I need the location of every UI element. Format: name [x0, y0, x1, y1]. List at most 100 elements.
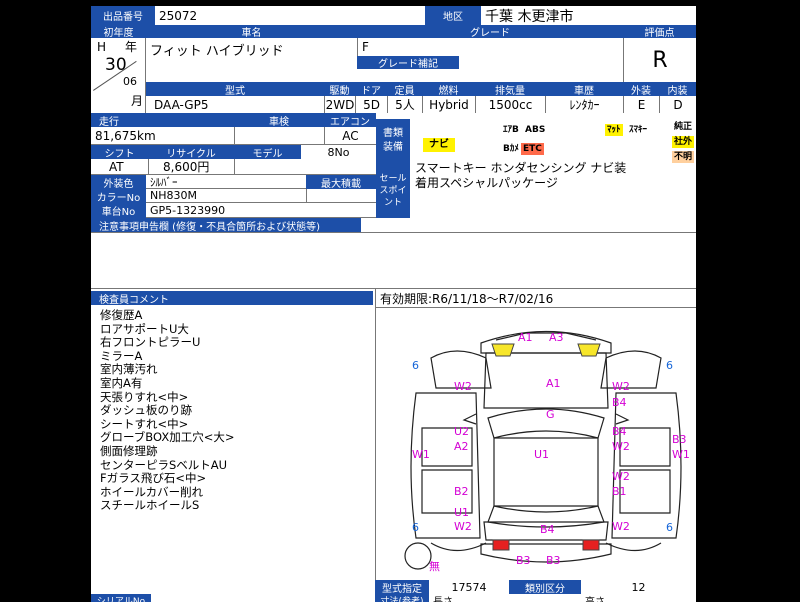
comment-line: Fガラス飛び石<中>: [100, 471, 207, 486]
color-no-value: NH830M: [146, 189, 306, 203]
comment-line: 天張りすれ<中>: [100, 389, 189, 404]
inspection-label: 車検: [234, 113, 324, 127]
damage-label: 6: [666, 521, 673, 534]
damage-label: A1: [518, 331, 533, 344]
spec-drive: 2WD: [324, 96, 355, 113]
comment-line: 修復歴A: [100, 308, 143, 322]
comment-line: ミラーA: [100, 348, 143, 363]
spec-label-capacity: 定員: [387, 82, 422, 96]
recycle-value: 8,600円: [148, 159, 234, 175]
model-label: モデル: [234, 145, 301, 159]
damage-label: 6: [412, 359, 419, 372]
right-headlight: [577, 343, 601, 357]
spec-displacement: 1500cc: [475, 96, 545, 113]
size-label: 寸法(参考): [375, 594, 429, 602]
lot-number: 25072: [159, 8, 198, 23]
damage-label: B3: [546, 554, 561, 567]
model-empty-cell: [234, 159, 376, 175]
color-no-label: カラーNo: [91, 189, 146, 203]
spec-model: DAA-GP5: [154, 97, 209, 112]
damage-label: W2: [454, 380, 472, 393]
comment-line: センターピラSベルトAU: [100, 457, 228, 472]
abs-badge: ABS: [523, 124, 548, 136]
shift-label: シフト: [91, 145, 148, 159]
inspector-comments: 修復歴A ロアサポートU大 右フロントピラーU ミラーA 室内薄汚れ 室内A有 …: [100, 308, 370, 529]
comment-line: 室内薄汚れ: [100, 362, 158, 377]
spare-tire-outline: [404, 542, 432, 570]
left-headlight: [491, 343, 515, 357]
left-mirror-outline: [462, 413, 477, 425]
validity-text: 有効期限:R6/11/18〜R7/02/16: [375, 289, 696, 307]
model-value: 8No: [327, 145, 350, 159]
equipment-panel: ナビ ｴｱB ABS Bｶﾒ ETC ﾏｯﾄ ｽﾏｷｰ 純正 社外 不明: [410, 113, 696, 163]
spec-label-displacement: 排気量: [475, 82, 545, 96]
year-unit: 年: [125, 40, 138, 54]
damage-label: W1: [672, 448, 690, 461]
aftermarket-badge: 社外: [672, 136, 695, 148]
equip-label: 書類装備: [376, 119, 410, 163]
car-name: フィット ハイブリッド: [150, 44, 284, 59]
damage-label: B3: [672, 433, 687, 446]
month-value: 06: [123, 75, 137, 88]
spec-label-history: 車歴: [545, 82, 623, 96]
chassis-label: 車台No: [91, 203, 146, 218]
damage-label: 無: [429, 560, 440, 573]
damage-label: U2: [454, 425, 470, 438]
spec-capacity: 5人: [387, 96, 422, 113]
score-label: 評価点: [623, 25, 696, 38]
ac-value: AC: [324, 127, 376, 145]
damage-label: B4: [540, 523, 555, 536]
sales-line-1: スマートキー ホンダセンシング ナビ装: [415, 161, 627, 175]
carname-label: 車名: [146, 25, 357, 38]
damage-label: W2: [454, 520, 472, 533]
car-outline-diagram: [404, 330, 682, 570]
auction-sheet: 出品番号 25072 地区 千葉 木更津市 初年度 車名 グレード 評価点 H …: [91, 6, 696, 602]
color-label: 外装色: [91, 175, 146, 189]
comment-line: ロアサポートU大: [100, 321, 189, 336]
spec-label-drive: 駆動: [324, 82, 355, 96]
class-value: 12: [631, 580, 646, 594]
mileage-label: 走行: [91, 113, 234, 127]
type-spec-label: 型式指定: [375, 580, 429, 594]
damage-label: 6: [666, 359, 673, 372]
damage-diagram: A1 A3 6 6 W2 A1 W2 B4 G U2 A2 U1 B4 W2 W…: [375, 307, 696, 580]
damage-label: W2: [612, 440, 630, 453]
damage-label: U1: [534, 448, 550, 461]
sales-line-2: 着用スペシャルパッケージ: [415, 176, 558, 190]
class-label: 類別区分: [509, 580, 581, 594]
right-mirror-outline: [615, 413, 630, 425]
spec-label-interior: 内装: [659, 82, 696, 96]
smart-key-badge: ｽﾏｷｰ: [627, 124, 650, 136]
right-rear-fender-outline: [605, 542, 662, 552]
recycle-label: リサイクル: [148, 145, 234, 159]
spec-label-door: ドア: [355, 82, 387, 96]
spec-label-fuel: 燃料: [422, 82, 475, 96]
damage-label: W1: [412, 448, 430, 461]
year-label: 初年度: [91, 25, 146, 38]
damage-label: W2: [612, 380, 630, 393]
comment-line: ダッシュ板のり跡: [100, 403, 192, 418]
region-value: 千葉 木更津市: [485, 8, 574, 25]
year-block: H 年 30 06 月: [91, 38, 146, 113]
era: H: [97, 40, 107, 54]
ac-label: エアコン: [324, 113, 376, 127]
spec-label-model: 型式: [146, 82, 324, 96]
grade-label: グレード: [357, 25, 623, 38]
score-value: R: [623, 38, 696, 82]
spec-label-exterior: 外装: [623, 82, 659, 96]
serial-label: シリアルNo: [91, 594, 151, 602]
shift-value: AT: [91, 159, 148, 175]
damage-label: B1: [612, 485, 627, 498]
comment-line: グローブBOX加工穴<大>: [100, 430, 235, 445]
grade-note-label: グレード補記: [357, 56, 459, 69]
right-taillight: [582, 539, 600, 551]
lot-label: 出品番号: [91, 6, 155, 25]
damage-label: B4: [612, 425, 627, 438]
sales-label: セールスポイント: [376, 163, 410, 218]
mileage-value: 81,675km: [91, 127, 234, 145]
year-value: 30: [105, 55, 127, 75]
comment-line: スチールホイールS: [100, 498, 200, 513]
etc-badge: ETC: [521, 143, 544, 155]
inspector-label: 検査員コメント: [91, 291, 373, 305]
damage-label: 6: [412, 521, 419, 534]
